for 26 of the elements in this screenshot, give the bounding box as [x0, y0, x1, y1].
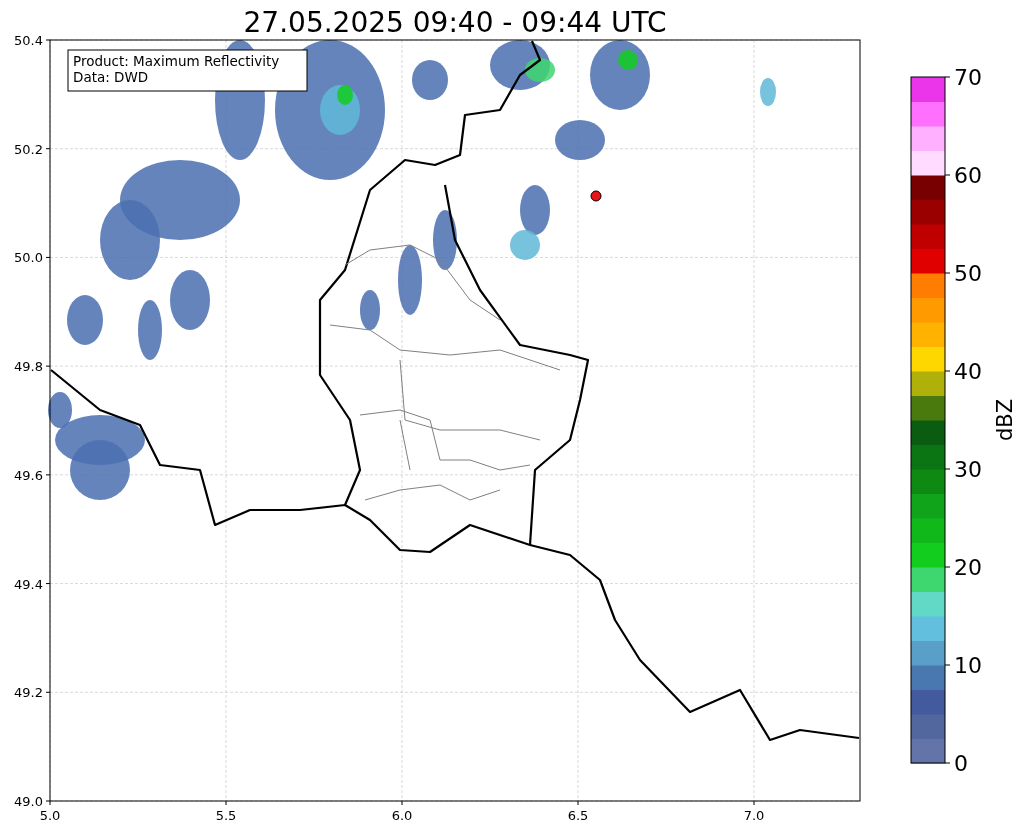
colorbar-tick-label: 0 [954, 751, 968, 776]
y-axis-tick-label: 50.2 [14, 141, 43, 157]
y-axis-tick-label: 49.6 [14, 467, 43, 483]
colorbar-tick-label: 30 [954, 457, 982, 482]
x-axis-tick-label: 6.5 [567, 808, 589, 823]
y-axis-tick-label: 50.0 [14, 250, 43, 266]
colorbar-tick-label: 10 [954, 653, 982, 678]
x-axis-tick-label: 6.0 [391, 808, 413, 823]
info-text: Data: DWD [73, 69, 149, 85]
y-axis-tick-label: 49.4 [14, 576, 43, 592]
colorbar-tick-label: 20 [954, 555, 982, 580]
colorbar-tick-label: 60 [954, 163, 982, 188]
x-axis-tick-label: 5.0 [39, 808, 61, 823]
colorbar-tick-label: 50 [954, 261, 982, 286]
x-axis-tick-label: 7.0 [743, 808, 765, 823]
figure-title: 27.05.2025 09:40 - 09:44 UTC [243, 6, 667, 39]
y-axis-tick-label: 49.2 [14, 685, 43, 701]
info-text: Product: Maximum Reflectivity [73, 53, 280, 69]
x-axis-tick-label: 5.5 [215, 808, 237, 823]
colorbar-tick-label: 40 [954, 359, 982, 384]
location-marker [590, 190, 602, 202]
y-axis-tick-label: 49.0 [14, 794, 43, 809]
colorbar-tick-label: 70 [954, 65, 982, 90]
y-axis-tick-label: 49.8 [14, 359, 43, 375]
colorbar-label: dBZ [993, 398, 1017, 442]
y-axis-tick-label: 50.4 [14, 33, 43, 48]
